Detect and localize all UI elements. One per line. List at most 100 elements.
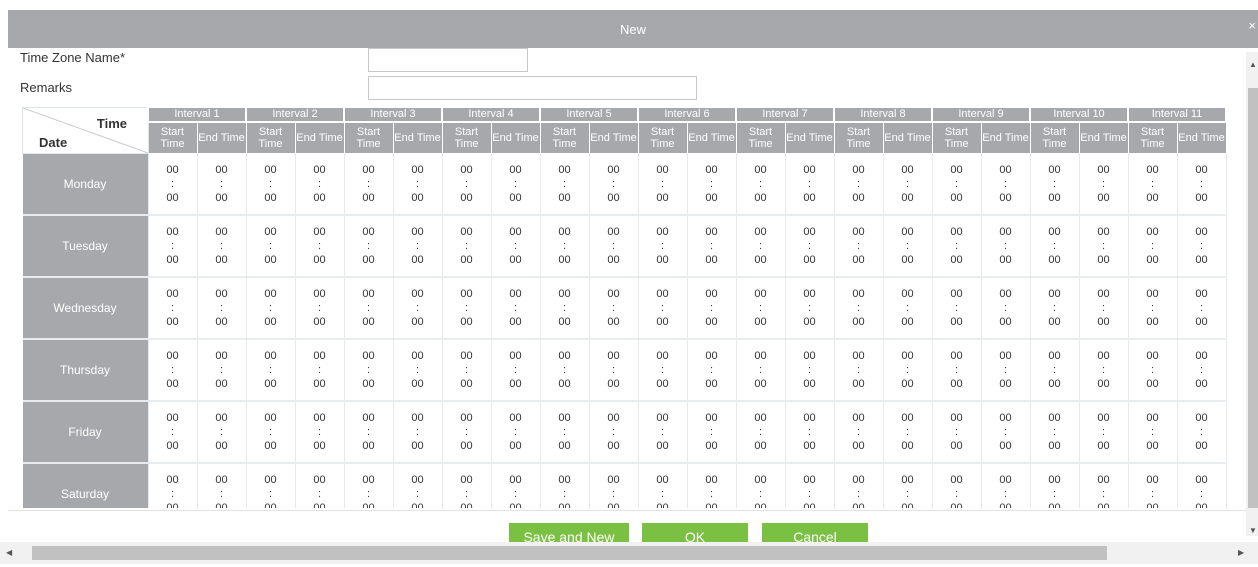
- hour-value[interactable]: 00: [933, 411, 981, 425]
- minute-value[interactable]: 00: [247, 439, 295, 453]
- end-time-cell[interactable]: 00:00: [686, 462, 737, 508]
- remarks-input[interactable]: [368, 76, 697, 100]
- start-time-cell[interactable]: 00:00: [833, 152, 884, 216]
- hour-value[interactable]: 00: [1129, 349, 1177, 363]
- hour-value[interactable]: 00: [1178, 287, 1226, 301]
- minute-value[interactable]: 00: [1031, 253, 1079, 267]
- hour-value[interactable]: 00: [590, 225, 638, 239]
- horizontal-scroll-thumb[interactable]: [32, 546, 1107, 560]
- minute-value[interactable]: 00: [345, 501, 393, 509]
- hour-value[interactable]: 00: [1129, 163, 1177, 177]
- end-time-cell[interactable]: 00:00: [392, 400, 443, 464]
- start-time-cell[interactable]: 00:00: [539, 400, 590, 464]
- hour-value[interactable]: 00: [443, 473, 491, 487]
- start-time-cell[interactable]: 00:00: [245, 338, 296, 402]
- hour-value[interactable]: 00: [394, 287, 442, 301]
- minute-value[interactable]: 00: [884, 501, 932, 509]
- hour-value[interactable]: 00: [149, 411, 197, 425]
- minute-value[interactable]: 00: [492, 377, 540, 391]
- end-time-cell[interactable]: 00:00: [784, 152, 835, 216]
- hour-value[interactable]: 00: [198, 349, 246, 363]
- minute-value[interactable]: 00: [786, 191, 834, 205]
- hour-value[interactable]: 00: [933, 473, 981, 487]
- end-time-cell[interactable]: 00:00: [294, 214, 345, 278]
- hour-value[interactable]: 00: [492, 287, 540, 301]
- hour-value[interactable]: 00: [835, 225, 883, 239]
- hour-value[interactable]: 00: [345, 163, 393, 177]
- hour-value[interactable]: 00: [345, 349, 393, 363]
- end-time-cell[interactable]: 00:00: [1176, 276, 1227, 340]
- hour-value[interactable]: 00: [345, 473, 393, 487]
- hour-value[interactable]: 00: [1031, 225, 1079, 239]
- start-time-cell[interactable]: 00:00: [441, 338, 492, 402]
- end-time-cell[interactable]: 00:00: [196, 400, 247, 464]
- hour-value[interactable]: 00: [639, 411, 687, 425]
- hour-value[interactable]: 00: [737, 163, 785, 177]
- start-time-cell[interactable]: 00:00: [637, 400, 688, 464]
- start-time-cell[interactable]: 00:00: [1029, 276, 1080, 340]
- minute-value[interactable]: 00: [590, 191, 638, 205]
- hour-value[interactable]: 00: [639, 287, 687, 301]
- minute-value[interactable]: 00: [394, 501, 442, 509]
- hour-value[interactable]: 00: [933, 225, 981, 239]
- end-time-cell[interactable]: 00:00: [588, 214, 639, 278]
- minute-value[interactable]: 00: [198, 253, 246, 267]
- minute-value[interactable]: 00: [933, 191, 981, 205]
- minute-value[interactable]: 00: [345, 315, 393, 329]
- start-time-cell[interactable]: 00:00: [637, 276, 688, 340]
- scroll-right-icon[interactable]: ▶: [1238, 548, 1244, 557]
- start-time-cell[interactable]: 00:00: [441, 152, 492, 216]
- minute-value[interactable]: 00: [492, 191, 540, 205]
- minute-value[interactable]: 00: [590, 315, 638, 329]
- hour-value[interactable]: 00: [639, 225, 687, 239]
- start-time-cell[interactable]: 00:00: [147, 338, 198, 402]
- hour-value[interactable]: 00: [590, 163, 638, 177]
- minute-value[interactable]: 00: [982, 501, 1030, 509]
- hour-value[interactable]: 00: [1129, 225, 1177, 239]
- minute-value[interactable]: 00: [541, 377, 589, 391]
- minute-value[interactable]: 00: [884, 253, 932, 267]
- start-time-cell[interactable]: 00:00: [735, 462, 786, 508]
- end-time-cell[interactable]: 00:00: [882, 462, 933, 509]
- hour-value[interactable]: 00: [394, 163, 442, 177]
- hour-value[interactable]: 00: [541, 287, 589, 301]
- minute-value[interactable]: 00: [541, 315, 589, 329]
- minute-value[interactable]: 00: [296, 191, 344, 205]
- hour-value[interactable]: 00: [786, 225, 834, 239]
- hour-value[interactable]: 00: [786, 163, 834, 177]
- minute-value[interactable]: 00: [590, 439, 638, 453]
- hour-value[interactable]: 00: [1031, 287, 1079, 301]
- start-time-cell[interactable]: 00:00: [539, 462, 590, 508]
- minute-value[interactable]: 00: [1080, 439, 1128, 453]
- minute-value[interactable]: 00: [639, 315, 687, 329]
- hour-value[interactable]: 00: [786, 473, 834, 487]
- start-time-cell[interactable]: 00:00: [343, 152, 394, 216]
- hour-value[interactable]: 00: [688, 411, 736, 425]
- hour-value[interactable]: 00: [149, 225, 197, 239]
- hour-value[interactable]: 00: [1129, 473, 1177, 487]
- start-time-cell[interactable]: 00:00: [931, 214, 982, 278]
- start-time-cell[interactable]: 00:00: [735, 338, 786, 402]
- hour-value[interactable]: 00: [933, 163, 981, 177]
- hour-value[interactable]: 00: [835, 163, 883, 177]
- minute-value[interactable]: 00: [345, 439, 393, 453]
- end-time-cell[interactable]: 00:00: [784, 462, 835, 508]
- minute-value[interactable]: 00: [786, 439, 834, 453]
- hour-value[interactable]: 00: [1080, 225, 1128, 239]
- minute-value[interactable]: 00: [1178, 377, 1226, 391]
- minute-value[interactable]: 00: [1178, 191, 1226, 205]
- minute-value[interactable]: 00: [443, 191, 491, 205]
- start-time-cell[interactable]: 00:00: [735, 152, 786, 216]
- vertical-scroll-thumb[interactable]: [1248, 88, 1258, 508]
- start-time-cell[interactable]: 00:00: [833, 462, 884, 508]
- hour-value[interactable]: 00: [198, 225, 246, 239]
- hour-value[interactable]: 00: [296, 411, 344, 425]
- start-time-cell[interactable]: 00:00: [1029, 400, 1080, 464]
- end-time-cell[interactable]: 00:00: [1078, 338, 1129, 402]
- end-time-cell[interactable]: 00:00: [686, 400, 737, 464]
- hour-value[interactable]: 00: [541, 473, 589, 487]
- start-time-cell[interactable]: 00:00: [1127, 152, 1178, 216]
- hour-value[interactable]: 00: [296, 163, 344, 177]
- hour-value[interactable]: 00: [296, 287, 344, 301]
- hour-value[interactable]: 00: [247, 411, 295, 425]
